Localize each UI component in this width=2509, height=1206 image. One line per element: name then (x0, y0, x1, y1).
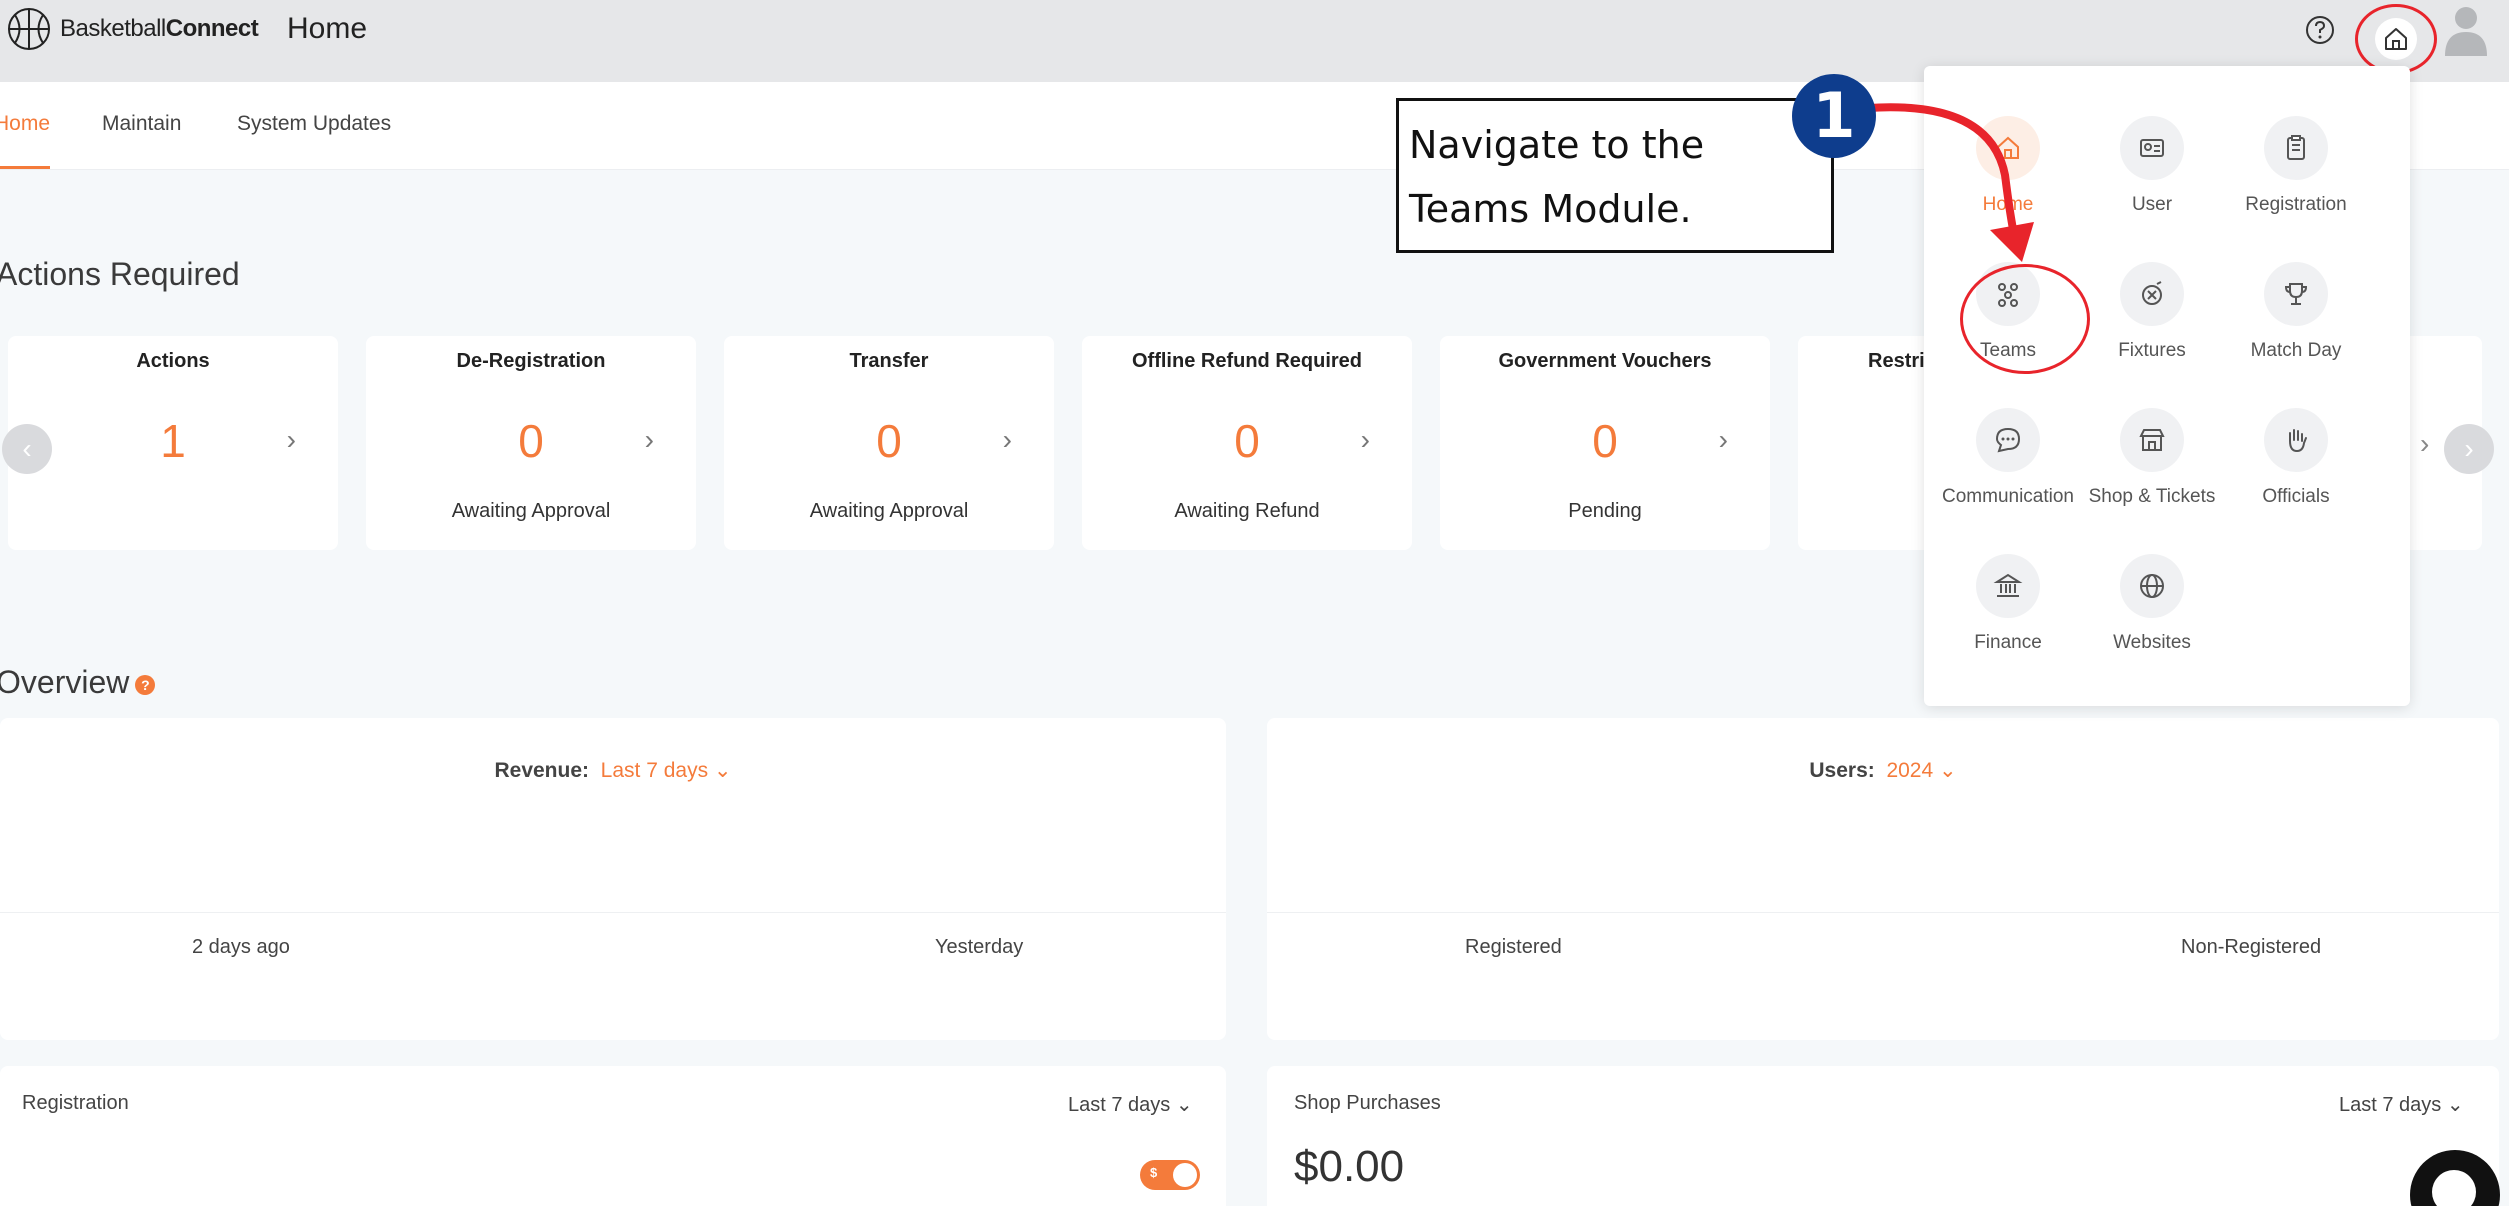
shop-icon (2139, 429, 2165, 451)
chat-icon (1995, 427, 2021, 453)
active-tab-indicator (0, 166, 50, 169)
basketball-logo-icon (8, 8, 50, 50)
step-number-badge: 1 (1792, 74, 1876, 158)
chevron-right-icon: › (2420, 428, 2430, 459)
currency-toggle[interactable]: $ (1140, 1160, 1200, 1190)
shop-purchases-title: Shop Purchases (1294, 1092, 1441, 1114)
chevron-right-icon[interactable]: › (287, 424, 296, 456)
module-finance[interactable]: Finance (1938, 554, 2078, 654)
help-badge-icon[interactable]: ? (135, 674, 156, 695)
action-card-actions[interactable]: Actions 1 › (8, 336, 338, 550)
action-card-government-vouchers[interactable]: Government Vouchers 0 › Pending (1440, 336, 1770, 550)
tab-maintain[interactable]: Maintain (102, 112, 181, 136)
chevron-right-icon: › (2464, 433, 2474, 464)
revenue-header: Revenue: Last 7 days ⌄ (494, 759, 732, 782)
chevron-down-icon: ⌄ (713, 759, 732, 782)
action-card-de-registration[interactable]: De-Registration 0 › Awaiting Approval (366, 336, 696, 550)
registration-panel: Registration Last 7 days ⌄ $ (0, 1066, 1226, 1206)
revenue-period-select[interactable]: Last 7 days ⌄ (601, 759, 732, 782)
divider (0, 912, 1226, 913)
revenue-column-label: 2 days ago (192, 936, 290, 958)
chevron-down-icon: ⌄ (2446, 1094, 2464, 1116)
module-shop-tickets[interactable]: Shop & Tickets (2082, 408, 2222, 508)
module-menu: Home User Registration Teams Fixtures Ma… (1924, 66, 2410, 706)
chevron-left-icon: ‹ (22, 433, 32, 464)
module-websites[interactable]: Websites (2082, 554, 2222, 654)
divider (1267, 912, 2499, 913)
action-card-transfer[interactable]: Transfer 0 › Awaiting Approval (724, 336, 1054, 550)
module-home[interactable]: Home (1938, 116, 2078, 216)
chevron-down-icon: ⌄ (1175, 1094, 1193, 1116)
avatar-icon[interactable] (2441, 2, 2491, 56)
home-icon (1997, 136, 2019, 159)
help-icon[interactable] (2304, 14, 2336, 46)
fixtures-icon (2142, 281, 2162, 305)
module-registration[interactable]: Registration (2226, 116, 2366, 216)
module-match-day[interactable]: Match Day (2226, 262, 2366, 362)
shop-purchases-panel: Shop Purchases Last 7 days ⌄ $0.00 (1267, 1066, 2499, 1206)
logo-text: BasketballConnect (60, 15, 259, 42)
user-card-icon (2140, 139, 2164, 157)
users-panel: Users: 2024 ⌄ Registered Non-Registered (1267, 718, 2499, 1040)
clipboard-icon (2287, 135, 2305, 160)
chevron-right-icon[interactable]: › (645, 424, 654, 456)
users-column-label: Non-Registered (2181, 936, 2322, 958)
bank-icon (1993, 573, 2023, 597)
module-fixtures[interactable]: Fixtures (2082, 262, 2222, 362)
registration-period-select[interactable]: Last 7 days ⌄ (1068, 1092, 1193, 1117)
carousel-prev-button[interactable]: ‹ (2, 424, 52, 474)
registration-title: Registration (22, 1092, 129, 1114)
chat-icon (2432, 1170, 2476, 1206)
shop-purchases-amount: $0.00 (1294, 1142, 1405, 1191)
actions-required-title: Actions Required (0, 256, 240, 292)
hand-icon (2289, 429, 2307, 453)
shop-purchases-period-select[interactable]: Last 7 days ⌄ (2339, 1092, 2464, 1117)
chevron-right-icon[interactable]: › (1003, 424, 1012, 456)
home-menu-button[interactable] (2355, 4, 2437, 74)
teams-highlight-ring (1960, 264, 2090, 374)
chevron-right-icon[interactable]: › (1719, 424, 1728, 456)
tab-system-updates[interactable]: System Updates (237, 112, 391, 136)
chevron-down-icon: ⌄ (1939, 759, 1957, 782)
home-icon (2385, 28, 2407, 50)
users-period-select[interactable]: 2024 ⌄ (1886, 759, 1956, 782)
users-header: Users: 2024 ⌄ (1809, 759, 1957, 782)
page-title: Home (287, 12, 368, 45)
carousel-next-button[interactable]: › (2444, 424, 2494, 474)
revenue-column-label: Yesterday (935, 936, 1024, 958)
trophy-icon (2284, 283, 2308, 305)
module-officials[interactable]: Officials (2226, 408, 2366, 508)
annotation-callout: Navigate to the Teams Module. (1396, 98, 1834, 253)
users-column-label: Registered (1465, 936, 1562, 958)
module-user[interactable]: User (2082, 116, 2222, 216)
logo[interactable]: BasketballConnect (6, 6, 259, 52)
overview-title: Overview? (0, 664, 156, 701)
action-card-offline-refund[interactable]: Offline Refund Required 0 › Awaiting Ref… (1082, 336, 1412, 550)
module-communication[interactable]: Communication (1938, 408, 2078, 508)
revenue-panel: Revenue: Last 7 days ⌄ 2 days ago Yester… (0, 718, 1226, 1040)
chevron-right-icon[interactable]: › (1361, 424, 1370, 456)
globe-icon (2140, 574, 2164, 598)
tab-home[interactable]: Home (0, 112, 50, 136)
